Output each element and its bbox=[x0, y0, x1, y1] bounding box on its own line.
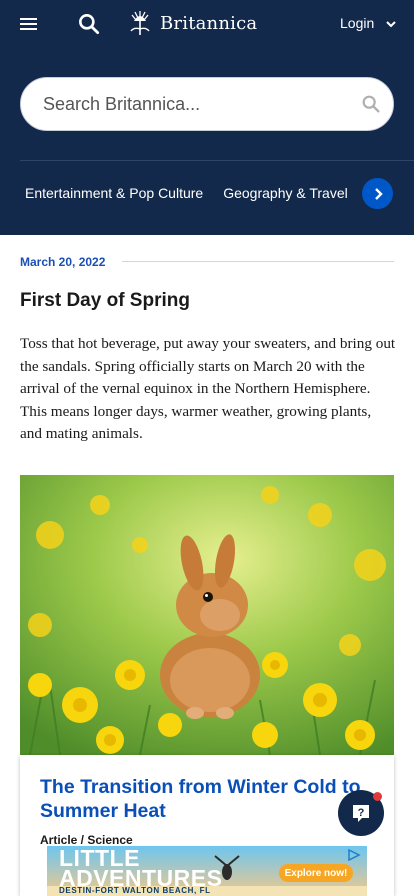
hero-divider bbox=[20, 160, 414, 161]
login-button[interactable]: Login bbox=[340, 15, 374, 31]
britannica-logo[interactable]: Britannica bbox=[126, 8, 257, 38]
hero-search-section: Entertainment & Pop Culture Geography & … bbox=[0, 47, 414, 235]
top-navigation-bar: Britannica Login bbox=[0, 0, 414, 47]
category-geography[interactable]: Geography & Travel bbox=[223, 185, 348, 201]
thistle-logo-icon bbox=[130, 11, 150, 35]
brand-name: Britannica bbox=[160, 12, 258, 34]
ad-banner[interactable]: LITTLE ADVENTURES DESTIN-FORT WALTON BEA… bbox=[47, 846, 367, 896]
category-entertainment[interactable]: Entertainment & Pop Culture bbox=[25, 185, 203, 201]
article-body: Toss that hot beverage, put away your sw… bbox=[20, 335, 396, 443]
card-title-link[interactable]: The Transition from Winter Cold to Summe… bbox=[40, 775, 380, 823]
category-nav: Entertainment & Pop Culture Geography & … bbox=[25, 185, 348, 201]
svg-text:?: ? bbox=[358, 807, 365, 819]
search-icon[interactable] bbox=[76, 11, 102, 37]
search-field-container bbox=[20, 77, 394, 131]
date-divider bbox=[122, 261, 394, 262]
category-next-button[interactable] bbox=[362, 178, 393, 209]
search-submit-icon[interactable] bbox=[360, 93, 382, 115]
chevron-down-icon[interactable] bbox=[384, 17, 398, 31]
search-input[interactable] bbox=[43, 78, 343, 130]
ad-title: LITTLE ADVENTURES bbox=[59, 846, 223, 891]
chevron-right-icon bbox=[374, 187, 383, 200]
article-title: First Day of Spring bbox=[20, 290, 190, 311]
article-date: March 20, 2022 bbox=[20, 255, 106, 269]
ad-subtitle: DESTIN-FORT WALTON BEACH, FL bbox=[59, 886, 211, 895]
hamburger-menu-icon[interactable] bbox=[14, 10, 42, 38]
rabbit-in-dandelion-field-image bbox=[20, 475, 394, 755]
card-image[interactable] bbox=[20, 475, 394, 755]
question-help-icon: ? bbox=[353, 805, 369, 822]
ad-cta-button[interactable]: Explore now! bbox=[279, 864, 353, 882]
adchoices-icon[interactable] bbox=[347, 849, 361, 861]
notification-dot bbox=[373, 792, 382, 801]
card-meta: Article / Science bbox=[40, 833, 133, 847]
